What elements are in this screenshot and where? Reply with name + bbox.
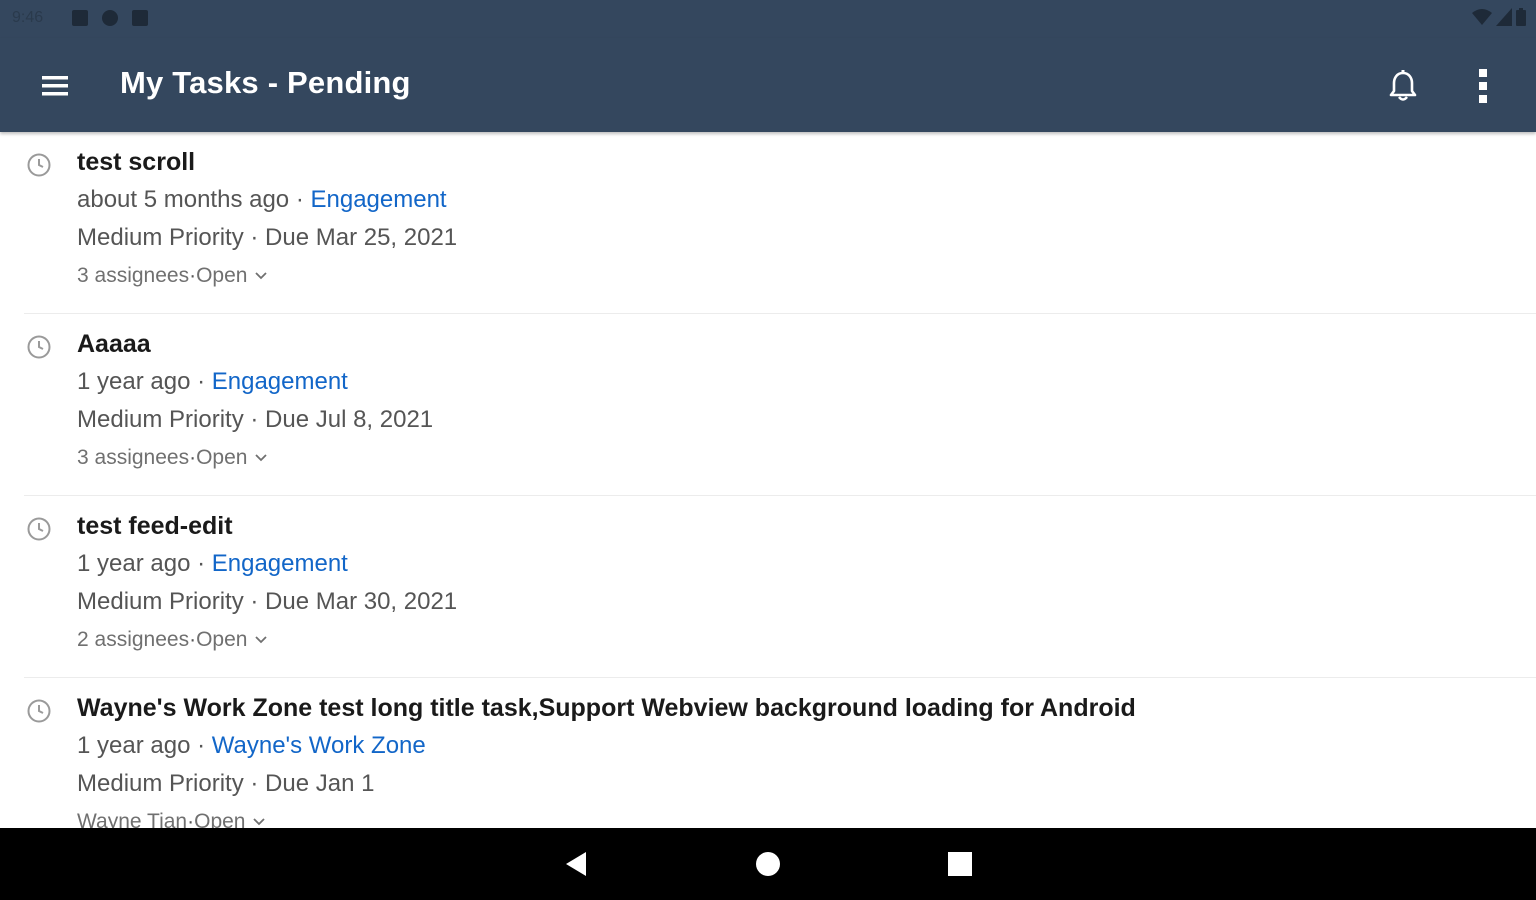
recents-icon	[948, 852, 972, 876]
separator: ·	[243, 406, 266, 433]
task-status-row: 2 assignees · Open	[77, 628, 268, 652]
task-due: Due Mar 30, 2021	[265, 588, 458, 615]
clock-icon	[27, 699, 51, 723]
separator: ·	[189, 264, 197, 287]
task-status[interactable]: Open	[196, 628, 247, 652]
task-age: 1 year ago	[77, 368, 191, 395]
task-status-row: Wayne Tian · Open	[77, 810, 266, 828]
task-priority: Medium Priority	[77, 770, 244, 797]
back-button[interactable]	[556, 844, 596, 884]
separator: ·	[243, 770, 266, 797]
task-priority-due: Medium Priority · Due Mar 30, 2021	[77, 588, 457, 616]
task-title: test scroll	[77, 148, 196, 176]
workspace-link[interactable]: Engagement	[212, 368, 348, 395]
task-title: test feed-edit	[77, 512, 233, 540]
notification-icons	[72, 10, 148, 26]
more-options-button[interactable]	[1462, 64, 1504, 108]
task-title: Aaaaa	[77, 330, 151, 358]
separator: ·	[189, 628, 197, 651]
task-assignees: 3 assignees	[77, 264, 190, 287]
task-status[interactable]: Open	[196, 264, 247, 288]
task-priority: Medium Priority	[77, 406, 244, 433]
task-status-row: 3 assignees · Open	[77, 264, 268, 288]
task-assignees: Wayne Tian	[77, 810, 188, 828]
status-bar: 9:46	[0, 0, 1536, 38]
task-assignees: 2 assignees	[77, 628, 190, 651]
bell-icon	[1389, 70, 1417, 101]
notification-circle-icon	[102, 10, 118, 26]
task-assignees: 3 assignees	[77, 446, 190, 469]
workspace-link[interactable]: Engagement	[310, 186, 446, 213]
task-priority: Medium Priority	[77, 224, 244, 251]
task-meta: 1 year ago · Wayne's Work Zone	[77, 732, 426, 760]
menu-button[interactable]	[30, 66, 80, 106]
task-due: Due Mar 25, 2021	[265, 224, 458, 251]
separator: ·	[190, 732, 212, 759]
menu-icon	[42, 76, 68, 96]
battery-icon	[1516, 8, 1526, 26]
chevron-down-icon[interactable]	[255, 454, 268, 462]
task-priority-due: Medium Priority · Due Mar 25, 2021	[77, 224, 457, 252]
task-due: Due Jul 8, 2021	[265, 406, 434, 433]
clock-icon	[27, 335, 51, 359]
system-icons	[1472, 8, 1526, 26]
separator: ·	[243, 224, 266, 251]
clock-icon	[27, 153, 51, 177]
notifications-button[interactable]	[1380, 64, 1426, 108]
task-due: Due Jan 1	[265, 770, 375, 797]
task-title: Wayne's Work Zone test long title task,S…	[77, 694, 1136, 722]
back-icon	[566, 852, 586, 876]
wifi-icon	[1472, 9, 1492, 25]
workspace-link[interactable]: Wayne's Work Zone	[212, 732, 426, 759]
task-item[interactable]: test scroll about 5 months ago · Engagem…	[0, 132, 1536, 314]
task-age: 1 year ago	[77, 732, 191, 759]
more-vert-icon	[1479, 69, 1487, 103]
clock-icon	[27, 517, 51, 541]
task-item[interactable]: Wayne's Work Zone test long title task,S…	[0, 678, 1536, 828]
chevron-down-icon[interactable]	[255, 272, 268, 280]
task-age: 1 year ago	[77, 550, 191, 577]
chevron-down-icon[interactable]	[253, 818, 266, 826]
recents-button[interactable]	[940, 844, 980, 884]
task-meta: 1 year ago · Engagement	[77, 550, 348, 578]
task-status[interactable]: Open	[194, 810, 245, 828]
task-meta: 1 year ago · Engagement	[77, 368, 348, 396]
notification-square-icon	[72, 10, 88, 26]
app-bar: My Tasks - Pending	[0, 38, 1536, 132]
task-item[interactable]: Aaaaa 1 year ago · Engagement Medium Pri…	[0, 314, 1536, 496]
task-priority-due: Medium Priority · Due Jul 8, 2021	[77, 406, 433, 434]
page-title: My Tasks - Pending	[120, 65, 411, 100]
task-list: test scroll about 5 months ago · Engagem…	[0, 132, 1536, 828]
task-age: about 5 months ago	[77, 186, 290, 213]
task-priority-due: Medium Priority · Due Jan 1	[77, 770, 374, 798]
navigation-bar	[0, 828, 1536, 900]
home-icon	[756, 852, 780, 876]
separator: ·	[289, 186, 311, 213]
sd-card-icon	[132, 10, 148, 26]
separator: ·	[187, 810, 195, 828]
home-button[interactable]	[748, 844, 788, 884]
task-priority: Medium Priority	[77, 588, 244, 615]
status-time: 9:46	[12, 9, 44, 26]
chevron-down-icon[interactable]	[255, 636, 268, 644]
signal-icon	[1496, 8, 1512, 26]
separator: ·	[190, 550, 212, 577]
separator: ·	[190, 368, 212, 395]
task-status-row: 3 assignees · Open	[77, 446, 268, 470]
task-status[interactable]: Open	[196, 446, 247, 470]
workspace-link[interactable]: Engagement	[212, 550, 348, 577]
separator: ·	[189, 446, 197, 469]
task-meta: about 5 months ago · Engagement	[77, 186, 447, 214]
task-item[interactable]: test feed-edit 1 year ago · Engagement M…	[0, 496, 1536, 678]
separator: ·	[243, 588, 266, 615]
